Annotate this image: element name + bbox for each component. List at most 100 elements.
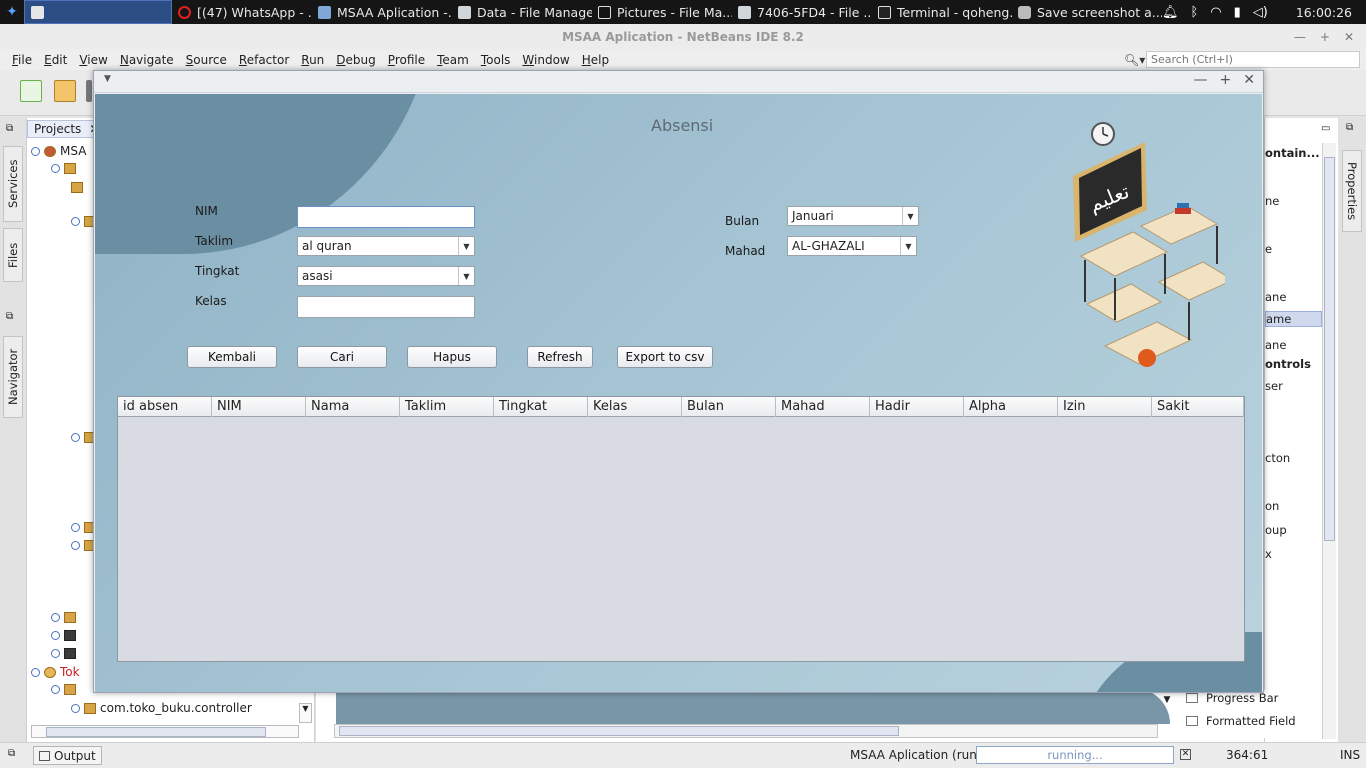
tree-expand-icon[interactable] (31, 667, 40, 677)
minimize-palette-icon[interactable]: ▭ (1321, 123, 1330, 134)
minimize-icon[interactable]: — (1294, 24, 1306, 50)
palette-item[interactable]: ser (1265, 379, 1283, 393)
tree-item[interactable] (51, 612, 76, 623)
column-header[interactable]: Mahad (776, 397, 870, 417)
palette-item-selected[interactable]: ame (1265, 311, 1322, 327)
taskbar-item-pictures[interactable]: Pictures - File Ma... (592, 0, 732, 24)
tree-item[interactable] (51, 163, 76, 174)
new-file-icon[interactable] (20, 80, 42, 102)
export-csv-button[interactable]: Export to csv (617, 346, 713, 368)
column-header[interactable]: Kelas (588, 397, 682, 417)
bluetooth-icon[interactable]: ᛒ (1190, 5, 1198, 20)
menu-debug[interactable]: Debug (330, 53, 381, 67)
palette-item-formatted-field[interactable]: Formatted Field (1186, 714, 1296, 728)
hapus-button[interactable]: Hapus (407, 346, 497, 368)
palette-item[interactable]: ane (1265, 338, 1286, 352)
projects-horizontal-scrollbar[interactable] (31, 725, 299, 738)
close-icon[interactable]: ✕ (1243, 72, 1255, 88)
tree-item[interactable] (51, 630, 76, 641)
services-tab[interactable]: Services (3, 146, 23, 222)
palette-category-controls[interactable]: ontrols (1265, 357, 1311, 371)
palette-vertical-scrollbar[interactable] (1322, 143, 1336, 739)
absensi-window-titlebar[interactable]: ▼ — + ✕ (94, 71, 1263, 93)
restore-navigator-icon[interactable]: ⧉ (6, 311, 13, 322)
kelas-input[interactable] (297, 296, 475, 318)
tree-expand-icon[interactable] (71, 541, 80, 550)
tree-expand-icon[interactable] (71, 523, 80, 532)
files-tab[interactable]: Files (3, 228, 23, 282)
taskbar-item-7406[interactable]: 7406-5FD4 - File ... (732, 0, 872, 24)
taskbar-item-screenshot[interactable]: Save screenshot a... (1012, 0, 1162, 24)
projects-scroll-down-icon[interactable]: ▼ (299, 703, 312, 723)
palette-item[interactable]: ane (1265, 290, 1286, 304)
taklim-select[interactable]: al quran ▼ (297, 236, 475, 256)
projects-scroll-thumb[interactable] (46, 727, 266, 737)
tree-expand-icon[interactable] (71, 433, 80, 442)
tree-item[interactable] (71, 182, 83, 193)
menu-file[interactable]: File (6, 53, 38, 67)
palette-item[interactable]: oup (1265, 523, 1287, 537)
column-header[interactable]: Izin (1058, 397, 1152, 417)
menu-profile[interactable]: Profile (382, 53, 431, 67)
column-header[interactable]: Taklim (400, 397, 494, 417)
nim-input[interactable] (297, 206, 475, 228)
maximize-icon[interactable]: + (1320, 24, 1330, 50)
menu-tools[interactable]: Tools (475, 53, 517, 67)
tree-expand-icon[interactable] (51, 164, 60, 173)
refresh-button[interactable]: Refresh (527, 346, 593, 368)
chevron-down-icon[interactable]: ▼ (900, 237, 916, 255)
taskbar-item-whatsapp[interactable]: [(47) WhatsApp - ... (172, 0, 312, 24)
column-header[interactable]: Sakit (1152, 397, 1244, 417)
column-header[interactable]: NIM (212, 397, 306, 417)
editor-horizontal-scrollbar[interactable] (334, 724, 1158, 738)
menu-source[interactable]: Source (180, 53, 233, 67)
maximize-icon[interactable]: + (1220, 72, 1232, 88)
column-header[interactable]: id absen (118, 397, 212, 417)
palette-item[interactable]: on (1265, 499, 1279, 513)
minimize-icon[interactable]: — (1194, 72, 1208, 88)
menu-view[interactable]: View (73, 53, 113, 67)
palette-item[interactable]: e (1265, 242, 1272, 256)
chevron-down-icon[interactable]: ▼ (902, 207, 918, 225)
tree-item-project-toko[interactable]: Tok (31, 665, 80, 679)
wifi-icon[interactable]: ◠ (1210, 5, 1221, 20)
menu-help[interactable]: Help (576, 53, 615, 67)
restore-output-icon[interactable]: ⧉ (8, 748, 15, 759)
palette-item[interactable]: ne (1265, 194, 1279, 208)
ide-search-input[interactable] (1146, 51, 1360, 68)
column-header[interactable]: Hadir (870, 397, 964, 417)
tree-expand-icon[interactable] (71, 703, 80, 713)
window-menu-icon[interactable]: ▼ (104, 74, 111, 84)
open-project-icon[interactable] (86, 80, 92, 102)
menu-window[interactable]: Window (516, 53, 575, 67)
column-header[interactable]: Alpha (964, 397, 1058, 417)
navigator-tab[interactable]: Navigator (3, 336, 23, 418)
notification-bell-icon[interactable]: 🔔︎ (1162, 5, 1179, 20)
tingkat-select[interactable]: asasi ▼ (297, 266, 475, 286)
menu-refactor[interactable]: Refactor (233, 53, 295, 67)
tree-item[interactable] (51, 684, 76, 695)
restore-window-icon[interactable]: ⧉ (1346, 122, 1353, 133)
volume-icon[interactable]: ◁) (1253, 5, 1268, 20)
cari-button[interactable]: Cari (297, 346, 387, 368)
restore-window-icon[interactable]: ⧉ (6, 123, 13, 134)
tree-item-package-controller[interactable]: com.toko_buku.controller (71, 701, 252, 715)
tree-expand-icon[interactable] (51, 685, 60, 694)
absensi-table[interactable]: id absen NIM Nama Taklim Tingkat Kelas B… (117, 396, 1245, 662)
taskbar-item-terminal[interactable]: Terminal - qoheng... (872, 0, 1012, 24)
kembali-button[interactable]: Kembali (187, 346, 277, 368)
tree-expand-icon[interactable] (51, 631, 60, 640)
taskbar-item-msaa[interactable]: MSAA Aplication -... (312, 0, 452, 24)
start-menu-icon[interactable]: ✦ (0, 0, 24, 24)
properties-tab[interactable]: Properties (1342, 150, 1362, 232)
column-header[interactable]: Tingkat (494, 397, 588, 417)
palette-item[interactable]: x (1265, 547, 1272, 561)
mahad-select[interactable]: AL-GHAZALI ▼ (787, 236, 917, 256)
taskbar-item-java[interactable] (24, 0, 172, 24)
menu-edit[interactable]: Edit (38, 53, 73, 67)
chevron-down-icon[interactable]: ▼ (458, 237, 474, 255)
tree-expand-icon[interactable] (51, 649, 60, 658)
close-icon[interactable]: ✕ (1344, 24, 1354, 50)
battery-icon[interactable]: ▮ (1234, 5, 1241, 20)
menu-run[interactable]: Run (295, 53, 330, 67)
